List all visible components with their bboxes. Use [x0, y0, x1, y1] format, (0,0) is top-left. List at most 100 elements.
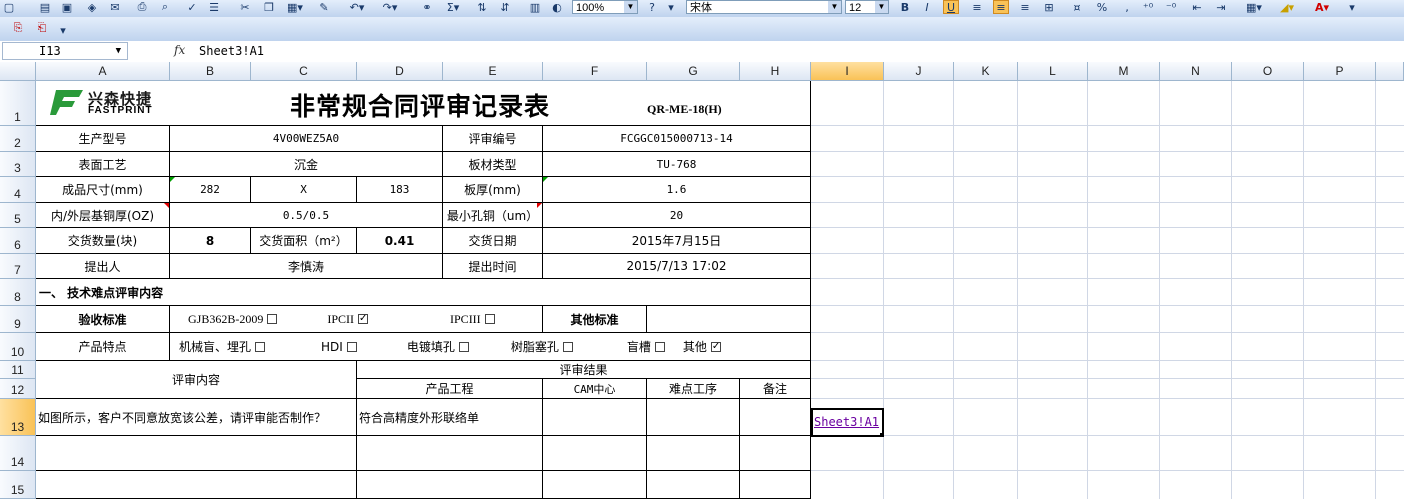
print-icon[interactable]: ⎙	[135, 0, 149, 14]
value-cell[interactable]: 20	[543, 203, 811, 228]
checkbox-icon[interactable]	[654, 341, 665, 352]
open-icon[interactable]: ▤	[38, 0, 52, 14]
standard-options-cell[interactable]: GJB362B-2009 IPCII ✓ IPCIII	[170, 306, 543, 333]
save-icon[interactable]: ▣	[60, 0, 74, 14]
row-header[interactable]: 3	[0, 152, 36, 177]
feature-options-cell[interactable]: 机械盲、埋孔 HDI 电镀填孔 树脂塞孔 盲槽 其他 ✓	[170, 333, 811, 361]
engineering-result-cell[interactable]	[357, 471, 543, 499]
column-header[interactable]: A	[36, 62, 170, 81]
align-right-icon[interactable]: ≡	[1018, 0, 1032, 14]
pdf-convert-icon[interactable]: ⎘	[10, 20, 26, 36]
checkbox-icon[interactable]	[484, 314, 495, 324]
label-cell[interactable]: 提出人	[36, 254, 170, 279]
name-box[interactable]: I13 ▼	[2, 42, 128, 60]
toolbar-options-icon[interactable]: ▾	[58, 23, 68, 37]
review-result-header[interactable]: 评审结果	[357, 361, 811, 379]
column-header[interactable]: F	[543, 62, 647, 81]
process-result-cell[interactable]	[647, 471, 740, 499]
column-label-cell[interactable]: 备注	[740, 379, 811, 399]
chevron-down-icon[interactable]: ▼	[624, 1, 637, 13]
zoom-combo[interactable]: 100% ▼	[572, 0, 638, 14]
active-cell-hyperlink[interactable]: Sheet3!A1	[811, 408, 884, 437]
toolbar-options-icon[interactable]: ▾	[1346, 0, 1358, 14]
value-cell[interactable]: 2015/7/13 17:02	[543, 254, 811, 279]
row-header[interactable]: 5	[0, 203, 36, 228]
column-header[interactable]: E	[443, 62, 543, 81]
redo-icon[interactable]: ↷▾	[378, 0, 402, 14]
column-header[interactable]: J	[884, 62, 954, 81]
checkbox-icon[interactable]	[346, 341, 357, 352]
process-result-cell[interactable]	[647, 399, 740, 436]
paste-icon[interactable]: ▦▾	[285, 0, 305, 14]
increase-indent-icon[interactable]: ⇥	[1214, 0, 1228, 14]
font-color-icon[interactable]: A▾	[1310, 0, 1334, 14]
borders-icon[interactable]: ▦▾	[1242, 0, 1266, 14]
chevron-down-icon[interactable]: ▼	[116, 43, 121, 59]
value-cell[interactable]: 8	[170, 228, 251, 254]
permission-icon[interactable]: ◈	[85, 0, 99, 14]
column-header[interactable]: K	[954, 62, 1018, 81]
label-cell[interactable]: 交货日期	[443, 228, 543, 254]
chart-wizard-icon[interactable]: ▥	[528, 0, 542, 14]
align-left-icon[interactable]: ≡	[970, 0, 984, 14]
column-header[interactable]: N	[1160, 62, 1232, 81]
row-header[interactable]: 9	[0, 306, 36, 333]
column-header[interactable]: P	[1304, 62, 1376, 81]
label-cell[interactable]: 最小孔铜（um）	[443, 203, 543, 228]
chevron-down-icon[interactable]: ▼	[828, 1, 841, 13]
decrease-indent-icon[interactable]: ⇤	[1190, 0, 1204, 14]
value-cell[interactable]	[647, 306, 811, 333]
label-cell[interactable]: 产品特点	[36, 333, 170, 361]
toolbar-options-icon[interactable]: ▾	[665, 0, 677, 14]
print-preview-icon[interactable]: ⌕	[158, 0, 172, 14]
row-header[interactable]: 6	[0, 228, 36, 254]
value-cell[interactable]: 0.5/0.5	[170, 203, 443, 228]
email-icon[interactable]: ✉	[108, 0, 122, 14]
drawing-icon[interactable]: ◐	[550, 0, 564, 14]
checkbox-icon[interactable]	[255, 341, 266, 352]
review-content-cell[interactable]: 如图所示，客户不同意放宽该公差，请评审能否制作？	[36, 399, 357, 436]
column-label-cell[interactable]: CAM中心	[543, 379, 647, 399]
row-header[interactable]: 7	[0, 254, 36, 279]
column-header[interactable]	[1376, 62, 1404, 81]
remark-cell[interactable]	[740, 399, 811, 436]
sort-descending-icon[interactable]: ⇵	[498, 0, 512, 14]
label-cell[interactable]: 验收标准	[36, 306, 170, 333]
label-cell[interactable]: 内/外层基铜厚(OZ)	[36, 203, 170, 228]
italic-button[interactable]: I	[920, 0, 934, 14]
value-cell[interactable]: 282	[170, 177, 251, 203]
value-cell[interactable]: 0.41	[357, 228, 443, 254]
underline-button[interactable]: U	[943, 0, 959, 14]
formula-input[interactable]: Sheet3!A1	[199, 44, 264, 58]
engineering-result-cell[interactable]	[357, 436, 543, 471]
help-icon[interactable]: ?	[645, 0, 659, 14]
checkbox-icon[interactable]	[267, 314, 278, 324]
row-header[interactable]: 2	[0, 126, 36, 152]
checkbox-checked-icon[interactable]: ✓	[358, 314, 369, 324]
value-cell[interactable]: 沉金	[170, 152, 443, 177]
label-cell[interactable]: 评审编号	[443, 126, 543, 152]
row-header[interactable]: 4	[0, 177, 36, 203]
section-heading[interactable]: 一、 技术难点评审内容	[36, 279, 811, 306]
row-header[interactable]: 1	[0, 81, 36, 126]
font-size-combo[interactable]: 12 ▼	[845, 0, 889, 14]
checkbox-icon[interactable]	[458, 341, 469, 352]
row-header[interactable]: 15	[0, 471, 36, 499]
insert-function-icon[interactable]: fx	[174, 43, 185, 57]
font-name-combo[interactable]: 宋体 ▼	[686, 0, 842, 14]
value-cell[interactable]: 183	[357, 177, 443, 203]
label-cell[interactable]: 提出时间	[443, 254, 543, 279]
column-header[interactable]: L	[1018, 62, 1088, 81]
column-header-selected[interactable]: I	[811, 62, 884, 81]
row-header[interactable]: 11	[0, 361, 36, 379]
column-label-cell[interactable]: 产品工程	[357, 379, 543, 399]
label-cell[interactable]: 交货数量(块)	[36, 228, 170, 254]
column-label-cell[interactable]: 难点工序	[647, 379, 740, 399]
column-header[interactable]: C	[251, 62, 357, 81]
decrease-decimal-icon[interactable]: ⁻⁰	[1163, 0, 1179, 14]
cam-result-cell[interactable]	[543, 471, 647, 499]
label-cell[interactable]: 板材类型	[443, 152, 543, 177]
review-content-cell[interactable]	[36, 471, 357, 499]
checkbox-icon[interactable]	[562, 341, 573, 352]
percent-button[interactable]: %	[1095, 0, 1109, 14]
